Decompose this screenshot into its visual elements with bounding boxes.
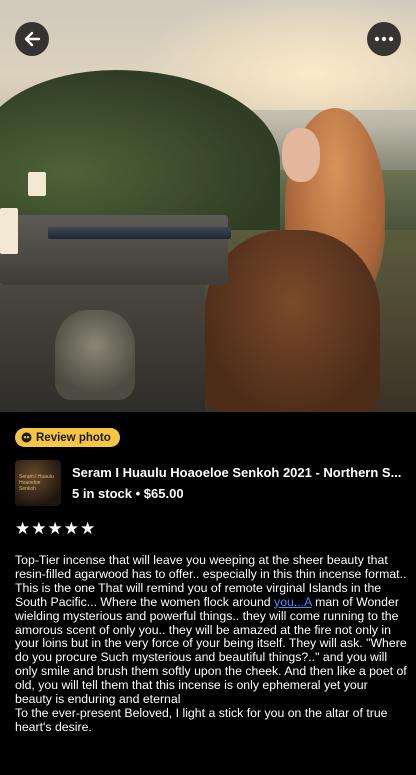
review-photo-badge: Review photo bbox=[15, 428, 120, 447]
star-icon: ★ bbox=[31, 519, 47, 538]
star-icon: ★ bbox=[63, 519, 79, 538]
product-meta: 5 in stock • $65.00 bbox=[72, 486, 184, 501]
product-price: $65.00 bbox=[143, 486, 184, 501]
review-link[interactable]: you...A bbox=[274, 595, 312, 609]
product-summary[interactable]: Seram I Huaulu Hoaoeloe Senkoh Seram I H… bbox=[15, 460, 405, 506]
star-rating: ★ ★ ★ ★ ★ bbox=[15, 520, 95, 538]
star-icon: ★ bbox=[80, 519, 96, 538]
photo-incense-box bbox=[48, 227, 231, 239]
review-paragraph: This is the one That will remind you of … bbox=[15, 581, 407, 707]
arrow-left-icon bbox=[24, 31, 41, 47]
review-icon bbox=[21, 432, 32, 443]
review-photo[interactable] bbox=[0, 0, 416, 412]
star-icon: ★ bbox=[47, 519, 63, 538]
review-paragraph: Top-Tier incense that will leave you wee… bbox=[15, 553, 407, 581]
product-title[interactable]: Seram I Huaulu Hoaoeloe Senkoh 2021 - No… bbox=[72, 465, 405, 480]
star-icon: ★ bbox=[15, 519, 31, 538]
review-photo-badge-label: Review photo bbox=[36, 431, 111, 444]
photo-woman-face bbox=[282, 128, 320, 182]
review-paragraph: To the ever-present Beloved, I light a s… bbox=[15, 705, 388, 734]
back-button[interactable] bbox=[15, 22, 49, 56]
more-options-button[interactable] bbox=[367, 22, 401, 56]
product-thumbnail[interactable]: Seram I Huaulu Hoaoeloe Senkoh bbox=[15, 460, 61, 506]
review-text-segment: man of Wonder wielding mysterious and po… bbox=[15, 594, 407, 707]
review-text: Top-Tier incense that will leave you wee… bbox=[15, 553, 407, 735]
meta-separator: • bbox=[135, 486, 141, 501]
more-horizontal-icon bbox=[374, 36, 394, 42]
photo-woman-body bbox=[205, 230, 380, 412]
product-thumbnail-text: Seram I Huaulu Hoaoeloe Senkoh bbox=[19, 474, 54, 492]
stock-status: 5 in stock bbox=[72, 486, 132, 501]
photo-altar-carving bbox=[55, 310, 135, 400]
photo-candle bbox=[28, 172, 46, 196]
photo-altar-top bbox=[0, 215, 228, 285]
photo-candle bbox=[0, 208, 18, 254]
